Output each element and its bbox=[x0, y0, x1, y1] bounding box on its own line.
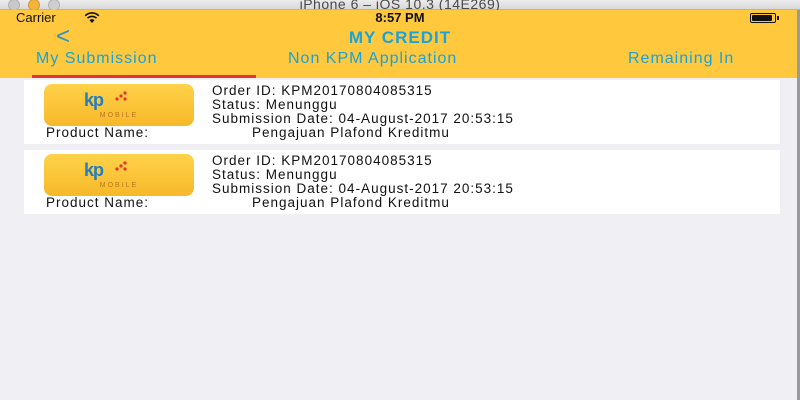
navigation-bar: < MY CREDIT bbox=[0, 25, 800, 50]
submission-date: Submission Date: 04-August-2017 20:53:15 bbox=[212, 181, 514, 196]
tab-my-submission[interactable]: My Submission bbox=[36, 50, 157, 68]
logo-dots-icon bbox=[115, 161, 127, 171]
product-name-label: Product Name: bbox=[46, 195, 150, 210]
product-name-value: Pengajuan Plafond Kreditmu bbox=[252, 195, 450, 210]
simulator-title-bar: iPhone 6 – iOS 10.3 (14E269) bbox=[0, 0, 800, 12]
product-row: Product Name: Pengajuan Plafond Kreditmu bbox=[46, 125, 449, 140]
submission-card[interactable]: kp MOBILE Order ID: KPM20170804085315 St… bbox=[24, 80, 780, 144]
kp-mobile-logo: kp MOBILE bbox=[44, 84, 194, 126]
submission-list: kp MOBILE Order ID: KPM20170804085315 St… bbox=[24, 76, 780, 220]
submission-date: Submission Date: 04-August-2017 20:53:15 bbox=[212, 111, 514, 126]
order-id: Order ID: KPM20170804085315 bbox=[212, 83, 433, 98]
status: Status: Menunggu bbox=[212, 167, 338, 182]
product-row: Product Name: Pengajuan Plafond Kreditmu bbox=[46, 195, 449, 210]
device-screen: Carrier 8:57 PM < MY CREDIT My Submissio… bbox=[0, 10, 800, 400]
submission-card[interactable]: kp MOBILE Order ID: KPM20170804085315 St… bbox=[24, 150, 780, 214]
status: Status: Menunggu bbox=[212, 97, 338, 112]
page-title: MY CREDIT bbox=[348, 28, 452, 47]
tab-non-kpm-application[interactable]: Non KPM Application bbox=[288, 50, 457, 68]
logo-dots-icon bbox=[115, 91, 127, 101]
tab-bar: My Submission Non KPM Application Remain… bbox=[0, 50, 800, 78]
logo-kp-text: kp bbox=[84, 160, 104, 180]
product-name-label: Product Name: bbox=[46, 125, 150, 140]
logo-mobile-text: MOBILE bbox=[99, 182, 139, 189]
status-bar: Carrier 8:57 PM bbox=[0, 10, 800, 26]
tab-remaining[interactable]: Remaining In bbox=[628, 50, 734, 68]
logo-mobile-text: MOBILE bbox=[99, 112, 139, 119]
logo-kp-text: kp bbox=[84, 90, 104, 110]
product-name-value: Pengajuan Plafond Kreditmu bbox=[252, 125, 450, 140]
order-id: Order ID: KPM20170804085315 bbox=[212, 153, 433, 168]
status-time: 8:57 PM bbox=[375, 10, 425, 25]
battery-icon bbox=[750, 13, 779, 23]
kp-mobile-logo: kp MOBILE bbox=[44, 154, 194, 196]
